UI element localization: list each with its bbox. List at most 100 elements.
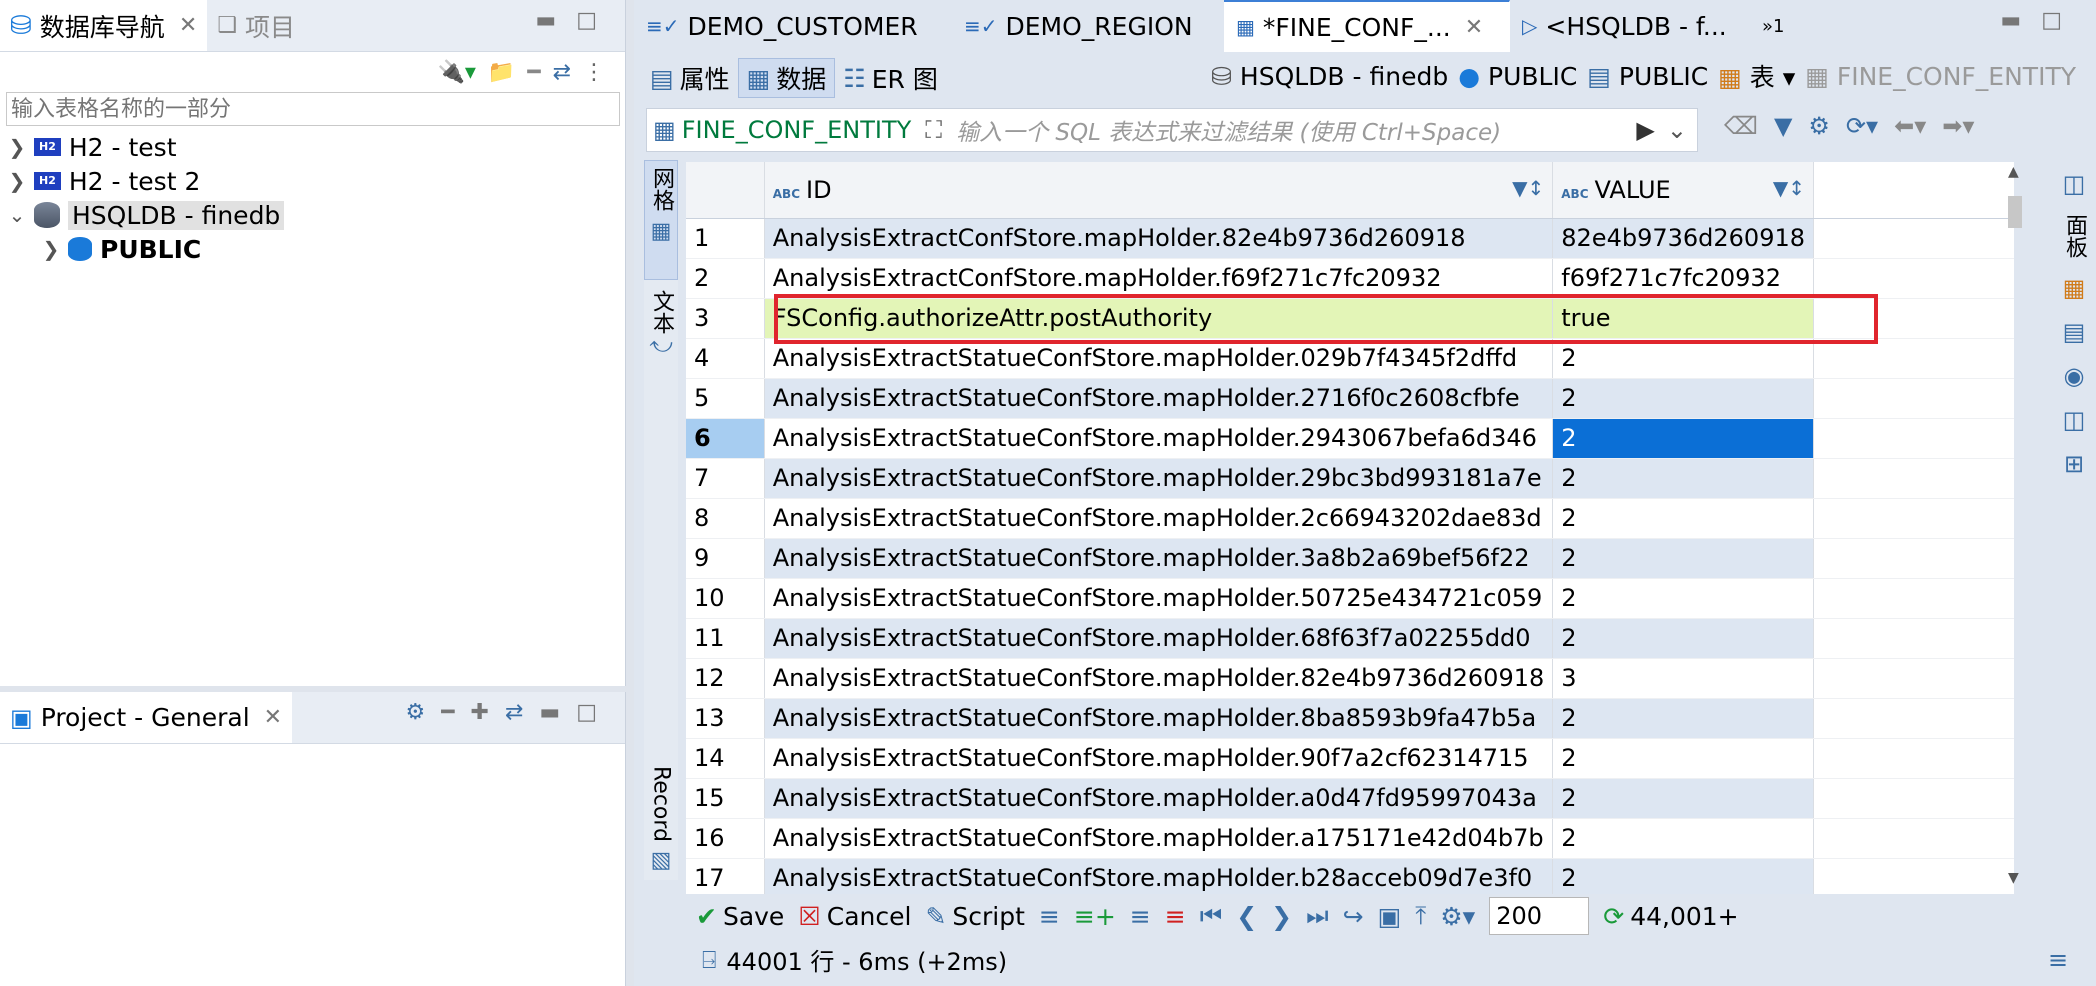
id-cell[interactable]: AnalysisExtractStatueConfStore.mapHolder… xyxy=(764,778,1554,819)
breadcrumb-schema[interactable]: ▤ PUBLIC xyxy=(1587,62,1708,91)
metadata-icon[interactable]: ◫ xyxy=(2063,406,2086,434)
value-cell[interactable]: 2 xyxy=(1552,378,1815,419)
tab-text[interactable]: 文本 ⤸ xyxy=(644,284,678,394)
table-row[interactable]: 4 AnalysisExtractStatueConfStore.mapHolde… xyxy=(686,338,2014,379)
tab-demo-region[interactable]: ≡✓ DEMO_REGION xyxy=(952,0,1224,52)
tree-item-h2-test-2[interactable]: ❯ H2 H2 - test 2 xyxy=(0,164,625,198)
table-row[interactable]: 10 AnalysisExtractStatueConfStore.mapHold… xyxy=(686,578,2014,619)
id-cell[interactable]: AnalysisExtractStatueConfStore.mapHolder… xyxy=(764,338,1554,379)
tab-database-navigator[interactable]: ⛁ 数据库导航 ✕ xyxy=(0,0,208,51)
row-number-cell[interactable]: 8 xyxy=(686,498,765,539)
value-cell[interactable]: 2 xyxy=(1552,498,1815,539)
id-cell[interactable]: AnalysisExtractStatueConfStore.mapHolder… xyxy=(764,418,1554,459)
sql-filter-bar[interactable]: ▦ FINE_CONF_ENTITY ⛶ 输入一个 SQL 表达式来过滤结果 (… xyxy=(646,108,1698,152)
value-cell[interactable]: 2 xyxy=(1552,858,1815,894)
id-cell[interactable]: AnalysisExtractStatueConfStore.mapHolder… xyxy=(764,658,1554,699)
table-row[interactable]: 15 AnalysisExtractStatueConfStore.mapHold… xyxy=(686,778,2014,819)
table-row[interactable]: 5 AnalysisExtractStatueConfStore.mapHolde… xyxy=(686,378,2014,419)
close-icon[interactable]: ✕ xyxy=(1465,15,1483,40)
id-cell[interactable]: AnalysisExtractStatueConfStore.mapHolder… xyxy=(764,818,1554,859)
cancel-button[interactable]: ☒ Cancel xyxy=(798,902,911,931)
row-number-cell[interactable]: 6 xyxy=(686,418,765,459)
close-icon[interactable]: ✕ xyxy=(264,705,282,730)
tab-demo-customer[interactable]: ≡✓ DEMO_CUSTOMER xyxy=(634,0,952,52)
tab-project-general[interactable]: ▣ Project - General ✕ xyxy=(0,692,293,743)
first-page-icon[interactable]: ⏮ xyxy=(1200,901,1223,931)
id-cell[interactable]: AnalysisExtractStatueConfStore.mapHolder… xyxy=(764,378,1554,419)
row-number-cell[interactable]: 1 xyxy=(686,218,765,259)
table-row[interactable]: 13 AnalysisExtractStatueConfStore.mapHold… xyxy=(686,698,2014,739)
table-row[interactable]: 7 AnalysisExtractStatueConfStore.mapHolde… xyxy=(686,458,2014,499)
breadcrumb-datasource[interactable]: ⛁ HSQLDB - finedb xyxy=(1211,62,1448,91)
row-number-cell[interactable]: 4 xyxy=(686,338,765,379)
id-cell[interactable]: AnalysisExtractStatueConfStore.mapHolder… xyxy=(764,538,1554,579)
previous-icon[interactable]: ❮ xyxy=(1236,902,1257,931)
table-row[interactable]: 6 AnalysisExtractStatueConfStore.mapHolde… xyxy=(686,418,2014,459)
value-cell[interactable]: 2 xyxy=(1552,418,1815,459)
breadcrumb-type[interactable]: ▦ 表 ▾ xyxy=(1718,58,1795,94)
settings-gear-icon[interactable]: ⚙▾ xyxy=(1440,902,1475,931)
expand-arrow-icon[interactable]: ❯ xyxy=(8,169,26,193)
id-cell[interactable]: AnalysisExtractStatueConfStore.mapHolder… xyxy=(764,738,1554,779)
minimize-icon[interactable]: ▬ xyxy=(2000,8,2021,33)
panels-label[interactable]: 面板 xyxy=(2058,214,2090,258)
id-cell[interactable]: AnalysisExtractConfStore.mapHolder.82e4b… xyxy=(764,218,1554,259)
breadcrumb-catalog[interactable]: ● PUBLIC xyxy=(1458,62,1577,91)
collapse-all-icon[interactable]: ━ xyxy=(527,60,540,85)
row-number-cell[interactable]: 13 xyxy=(686,698,765,739)
close-icon[interactable]: ✕ xyxy=(179,13,197,38)
value-cell[interactable]: 2 xyxy=(1552,578,1815,619)
row-number-cell[interactable]: 12 xyxy=(686,658,765,699)
expand-arrow-icon[interactable]: ❯ xyxy=(42,237,60,261)
maximize-icon[interactable]: □ xyxy=(2041,8,2062,33)
table-row[interactable]: 8 AnalysisExtractStatueConfStore.mapHolde… xyxy=(686,498,2014,539)
id-cell[interactable]: AnalysisExtractConfStore.mapHolder.f69f2… xyxy=(764,258,1554,299)
next-icon[interactable]: ❯ xyxy=(1271,902,1292,931)
row-number-cell[interactable]: 11 xyxy=(686,618,765,659)
grouping-icon[interactable]: ◉ xyxy=(2064,362,2085,390)
panels-icon[interactable]: ◫ xyxy=(2063,170,2086,198)
vertical-scrollbar[interactable]: ▲ ▼ xyxy=(2006,164,2024,896)
fetch-next-icon[interactable]: ↪ xyxy=(1343,902,1364,931)
row-number-cell[interactable]: 7 xyxy=(686,458,765,499)
value-cell[interactable]: 2 xyxy=(1552,538,1815,579)
expand-filter-icon[interactable]: ⛶ xyxy=(925,116,942,144)
id-cell[interactable]: AnalysisExtractStatueConfStore.mapHolder… xyxy=(764,458,1554,499)
id-cell[interactable]: AnalysisExtractStatueConfStore.mapHolder… xyxy=(764,698,1554,739)
table-row[interactable]: 3 FSConfig.authorizeAttr.postAuthority tru… xyxy=(686,298,2014,339)
row-number-cell[interactable]: 2 xyxy=(686,258,765,299)
scroll-down-icon[interactable]: ▼ xyxy=(2008,870,2019,886)
table-row[interactable]: 16 AnalysisExtractStatueConfStore.mapHold… xyxy=(686,818,2014,859)
column-header-id[interactable]: ABC ID ▼↕ xyxy=(764,162,1554,219)
new-connection-icon[interactable]: 🔌▾ xyxy=(437,60,475,85)
calculator-icon[interactable]: ▦ xyxy=(2063,274,2086,302)
table-row[interactable]: 11 AnalysisExtractStatueConfStore.mapHold… xyxy=(686,618,2014,659)
id-cell[interactable]: AnalysisExtractStatueConfStore.mapHolder… xyxy=(764,858,1554,894)
row-number-cell[interactable]: 17 xyxy=(686,858,765,894)
edit-row-icon[interactable]: ≡ xyxy=(1039,902,1060,931)
row-number-cell[interactable]: 14 xyxy=(686,738,765,779)
id-cell[interactable]: FSConfig.authorizeAttr.postAuthority xyxy=(764,298,1554,339)
refresh-icon[interactable]: ⟳▾ xyxy=(1846,112,1878,140)
view-menu-icon[interactable]: ⋮ xyxy=(583,60,605,85)
value-cell[interactable]: 2 xyxy=(1552,338,1815,379)
table-row[interactable]: 17 AnalysisExtractStatueConfStore.mapHold… xyxy=(686,858,2014,894)
column-filter-icon[interactable]: ▼↕ xyxy=(1773,176,1805,200)
expand-all-icon[interactable]: ✚ xyxy=(471,700,489,725)
table-row[interactable]: 9 AnalysisExtractStatueConfStore.mapHolde… xyxy=(686,538,2014,579)
tab-grid[interactable]: 网格 ▦ xyxy=(644,160,678,280)
filter-icon[interactable]: ▼ xyxy=(1774,112,1792,140)
collapse-all-icon[interactable]: ━ xyxy=(441,700,454,725)
more-tabs-button[interactable]: »1 xyxy=(1750,0,1797,52)
add-row-icon[interactable]: ≡+ xyxy=(1074,902,1116,931)
value-cell[interactable]: 3 xyxy=(1552,658,1815,699)
link-with-editor-icon[interactable]: ⇄ xyxy=(553,60,571,85)
value-cell[interactable]: 2 xyxy=(1552,778,1815,819)
table-row[interactable]: 14 AnalysisExtractStatueConfStore.mapHold… xyxy=(686,738,2014,779)
row-number-cell[interactable]: 16 xyxy=(686,818,765,859)
row-number-cell[interactable]: 3 xyxy=(686,298,765,339)
tab-record[interactable]: Record ▧ xyxy=(644,760,678,873)
tab-data[interactable]: ▦ 数据 xyxy=(737,58,836,98)
table-row[interactable]: 1 AnalysisExtractConfStore.mapHolder.82e4… xyxy=(686,218,2014,259)
value-cell[interactable]: 2 xyxy=(1552,618,1815,659)
